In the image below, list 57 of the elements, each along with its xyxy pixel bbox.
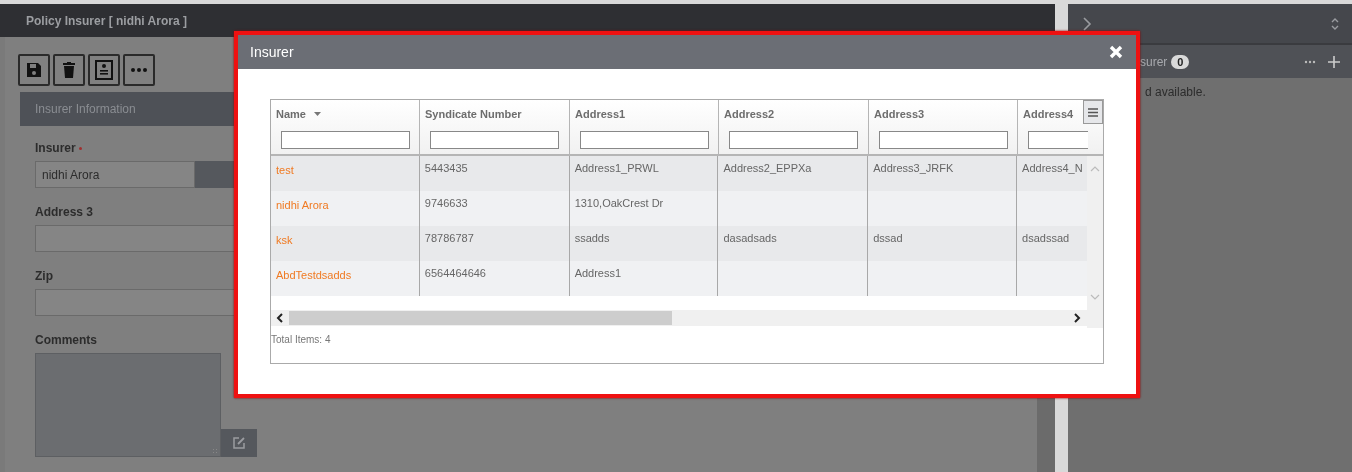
- page-title: Policy Insurer [ nidhi Arora ]: [26, 13, 187, 28]
- filter-field[interactable]: [281, 131, 410, 149]
- column-title[interactable]: Address3: [874, 108, 925, 120]
- input-field[interactable]: nidhi Arora: [35, 161, 195, 188]
- table-cell: 6564464646: [419, 261, 570, 296]
- dialog-title: Insurer: [250, 44, 294, 60]
- add-icon[interactable]: [1328, 55, 1340, 68]
- comments-field[interactable]: [35, 353, 221, 457]
- ellipsis-icon: [131, 68, 147, 72]
- close-icon[interactable]: [1109, 45, 1123, 59]
- filter-field[interactable]: [879, 131, 1008, 149]
- column-header[interactable]: Syndicate Number: [420, 100, 570, 154]
- section-title: Insurer Information: [35, 102, 136, 116]
- sort-caret-icon[interactable]: [313, 112, 321, 116]
- column-title[interactable]: Address2: [724, 108, 775, 120]
- ellipsis-icon[interactable]: [1304, 59, 1316, 64]
- contact-card-icon: [95, 60, 113, 80]
- horizontal-scrollbar[interactable]: [271, 310, 1087, 326]
- edit-icon: [233, 437, 245, 449]
- filter-field[interactable]: [580, 131, 709, 149]
- required-mark: [78, 146, 82, 150]
- column-header[interactable]: Name: [271, 100, 420, 154]
- scroll-left-icon[interactable]: [276, 313, 284, 323]
- contact-card-button[interactable]: [88, 54, 120, 86]
- field-label: Zip: [35, 269, 53, 283]
- delete-button[interactable]: [53, 54, 85, 86]
- column-title[interactable]: Address1: [575, 108, 626, 120]
- sort-icon[interactable]: [1330, 16, 1340, 31]
- column-header[interactable]: Address3: [869, 100, 1018, 154]
- filter-field[interactable]: [729, 131, 858, 149]
- column-header[interactable]: Address1: [570, 100, 719, 154]
- filter-field[interactable]: [430, 131, 559, 149]
- save-button[interactable]: [18, 54, 50, 86]
- column-title[interactable]: Name: [276, 108, 306, 120]
- column-header[interactable]: Address4: [1018, 100, 1088, 154]
- table-cell: Address1: [569, 261, 719, 296]
- section-label: surer: [1140, 54, 1168, 69]
- table-cell-text: Address4_N: [1021, 161, 1084, 176]
- table-cell-text: dsadssad: [1021, 231, 1071, 246]
- column-title[interactable]: Syndicate Number: [425, 108, 522, 120]
- empty-message: d available.: [1145, 85, 1206, 99]
- count-badge: 0: [1171, 54, 1190, 69]
- scroll-right-icon[interactable]: [1073, 313, 1081, 323]
- column-header[interactable]: Address2: [719, 100, 869, 154]
- field-label: Insurer: [35, 141, 76, 155]
- floppy-icon: [26, 62, 42, 78]
- trash-icon: [62, 62, 76, 78]
- field-label: Comments: [35, 333, 97, 347]
- column-menu-button[interactable]: [1083, 100, 1103, 124]
- more-button[interactable]: [123, 54, 155, 86]
- edit-button[interactable]: [221, 429, 257, 457]
- chevron-right-icon[interactable]: [1082, 16, 1092, 31]
- scrollbar-thumb[interactable]: [289, 311, 672, 325]
- menu-icon: [1088, 107, 1098, 117]
- total-items: Total Items: 4: [271, 333, 332, 345]
- field-label: Address 3: [35, 205, 94, 219]
- column-title[interactable]: Address4: [1023, 108, 1074, 120]
